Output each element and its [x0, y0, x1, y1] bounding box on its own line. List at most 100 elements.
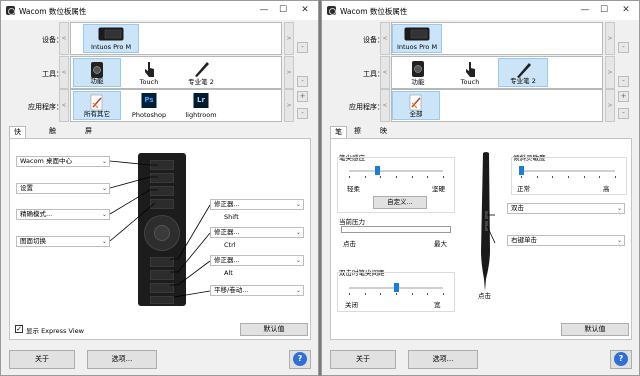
tip-feel-slider-thumb[interactable]	[375, 166, 381, 175]
window-title: Wacom 数位板属性	[340, 7, 408, 16]
remove-app-button[interactable]: -	[618, 108, 629, 119]
app-item-all[interactable]: 所有其它	[73, 91, 121, 120]
app-scroll-left[interactable]: <	[59, 89, 69, 122]
device-item[interactable]: Intuos Pro M	[83, 24, 139, 53]
app-label-photoshop: Photoshop	[131, 111, 167, 119]
tool-scroll-left[interactable]: <	[59, 56, 69, 89]
app-scroll-right[interactable]: >	[284, 89, 294, 122]
tip-feel-slider-track	[349, 170, 443, 172]
app-list: 全部	[391, 89, 603, 122]
customize-button[interactable]: 自定义...	[373, 196, 427, 209]
pen-tip-label: 点击	[478, 292, 491, 300]
express-view-checkbox[interactable]: ✓	[15, 325, 23, 333]
title-bar[interactable]: Wacom 数位板属性 — ☐ ✕	[322, 1, 639, 20]
modifier-3-label: Alt	[224, 269, 233, 277]
slider-tick	[521, 176, 522, 178]
modifier-2-label: Ctrl	[224, 241, 236, 249]
add-app-button[interactable]: +	[618, 91, 629, 102]
slider-tick	[615, 176, 616, 178]
remove-device-button[interactable]: -	[618, 42, 629, 53]
tool-item-function[interactable]: 功能	[73, 58, 121, 87]
tab-eraser[interactable]: 擦除	[350, 126, 365, 146]
remove-tool-button[interactable]: -	[618, 76, 629, 87]
tool-list: 功能 Touch 专业笔 2	[391, 56, 603, 89]
add-app-button[interactable]: +	[297, 91, 308, 102]
maximize-button[interactable]: ☐	[593, 3, 615, 17]
app-label-all: 所有其它	[84, 110, 110, 118]
tab-touch-ring[interactable]: 触控环	[45, 126, 60, 157]
app-scroll-right[interactable]: >	[605, 89, 615, 122]
slider-tick	[443, 293, 444, 295]
tool-label-touch: Touch	[139, 78, 159, 86]
tool-item-touch[interactable]: Touch	[125, 58, 173, 87]
tablet-icon	[404, 27, 430, 41]
default-button[interactable]: 默认值	[561, 323, 629, 336]
connector-lines	[109, 160, 211, 298]
tool-item-pen[interactable]: 专业笔 2	[177, 58, 225, 87]
slider-tick	[427, 176, 429, 178]
modifier-1-label: Shift	[224, 213, 239, 221]
close-button[interactable]: ✕	[615, 3, 637, 17]
upper-button-dropdown[interactable]: 双击 ⌄	[507, 203, 625, 214]
default-button[interactable]: 默认值	[240, 323, 308, 336]
app-item-lightroom[interactable]: Lr lightroom	[177, 91, 225, 120]
tool-item-pen[interactable]: 专业笔 2	[498, 58, 548, 87]
tool-scroll-right[interactable]: >	[284, 56, 294, 89]
help-button[interactable]: ?	[289, 350, 311, 369]
tablet-icon	[98, 27, 124, 41]
left-window: Wacom 数位板属性 — ☐ ✕ 设备： < Intuos Pro M > -…	[0, 0, 319, 376]
remove-app-button[interactable]: -	[297, 108, 308, 119]
tool-scroll-left[interactable]: <	[380, 56, 390, 89]
maximize-button[interactable]: ☐	[272, 3, 294, 17]
tool-list: 功能 Touch 专业笔 2	[70, 56, 282, 89]
tab-onscreen-controls[interactable]: 屏幕控制	[81, 126, 96, 168]
about-button[interactable]: 关于	[9, 350, 75, 369]
slider-tick	[364, 293, 366, 295]
help-button[interactable]: ?	[610, 350, 632, 369]
remove-device-button[interactable]: -	[297, 42, 308, 53]
modifier-2-dropdown[interactable]: 修正器... ⌄	[210, 227, 304, 238]
tilt-slider-thumb[interactable]	[519, 166, 524, 175]
remove-tool-button[interactable]: -	[297, 76, 308, 87]
pan-scroll-dropdown[interactable]: 平移/卷动... ⌄	[210, 285, 304, 296]
app-label-lightroom: lightroom	[185, 111, 217, 119]
slider-tick	[380, 176, 382, 178]
device-name: Intuos Pro M	[90, 43, 132, 51]
device-list: Intuos Pro M	[391, 22, 603, 55]
device-scroll-left[interactable]: <	[59, 22, 69, 55]
tool-item-touch[interactable]: Touch	[446, 58, 494, 87]
tab-mapping[interactable]: 映射	[376, 126, 391, 146]
slider-tick	[349, 176, 350, 178]
close-button[interactable]: ✕	[294, 3, 316, 17]
app-item-all[interactable]: 全部	[392, 91, 440, 120]
options-button[interactable]: 选项...	[408, 350, 478, 369]
about-button[interactable]: 关于	[330, 350, 396, 369]
options-button[interactable]: 选项...	[87, 350, 157, 369]
app-label-all: 全部	[409, 110, 423, 118]
slider-tick	[552, 176, 554, 178]
title-bar[interactable]: Wacom 数位板属性 — ☐ ✕	[1, 1, 318, 20]
slider-tick	[349, 293, 350, 295]
tip-feel-left-label: 轻柔	[347, 185, 360, 193]
slider-tick	[364, 176, 366, 178]
device-item[interactable]: Intuos Pro M	[392, 24, 442, 53]
tool-label-function: 功能	[90, 77, 104, 85]
tool-scroll-right[interactable]: >	[605, 56, 615, 89]
tool-item-function[interactable]: 功能	[394, 58, 442, 87]
double-click-slider-thumb[interactable]	[394, 283, 399, 292]
device-scroll-right[interactable]: >	[284, 22, 294, 55]
lower-button-dropdown[interactable]: 右键单击 ⌄	[507, 235, 625, 246]
lightroom-icon: Lr	[193, 93, 209, 108]
expresskeys-panel: Wacom 桌面中心 ⌄ 设置 ⌄ 精确模式... ⌄ 图面切换 ⌄ 修正器..…	[9, 138, 311, 340]
device-label: 设备：	[363, 36, 384, 44]
app-scroll-left[interactable]: <	[380, 89, 390, 122]
tilt-right-label: 高	[603, 185, 610, 193]
app-item-photoshop[interactable]: Ps Photoshop	[125, 91, 173, 120]
window-title: Wacom 数位板属性	[19, 7, 87, 16]
app-list: 所有其它 Ps Photoshop Lr lightroom	[70, 89, 282, 122]
modifier-1-dropdown[interactable]: 修正器... ⌄	[210, 199, 304, 210]
express-view-label: 显示 Express View	[26, 327, 84, 335]
modifier-3-dropdown[interactable]: 修正器... ⌄	[210, 255, 304, 266]
device-scroll-right[interactable]: >	[605, 22, 615, 55]
device-scroll-left[interactable]: <	[380, 22, 390, 55]
